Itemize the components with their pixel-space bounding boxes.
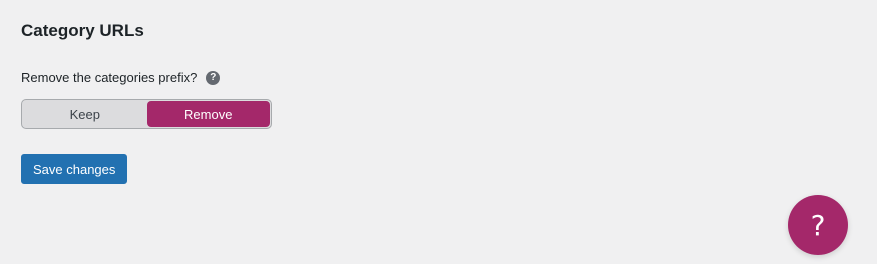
toggle-option-remove[interactable]: Remove [146, 101, 270, 127]
remove-prefix-label: Remove the categories prefix? [21, 70, 198, 85]
toggle-option-keep[interactable]: Keep [23, 101, 147, 127]
help-question-icon[interactable]: ? [206, 70, 221, 85]
help-fab-question-icon[interactable]: ? [788, 195, 848, 255]
field-label-row: Remove the categories prefix? ? [21, 70, 221, 85]
section-title: Category URLs [21, 21, 144, 40]
save-changes-button[interactable]: Save changes [21, 154, 128, 184]
remove-prefix-toggle: Keep Remove [21, 99, 272, 129]
